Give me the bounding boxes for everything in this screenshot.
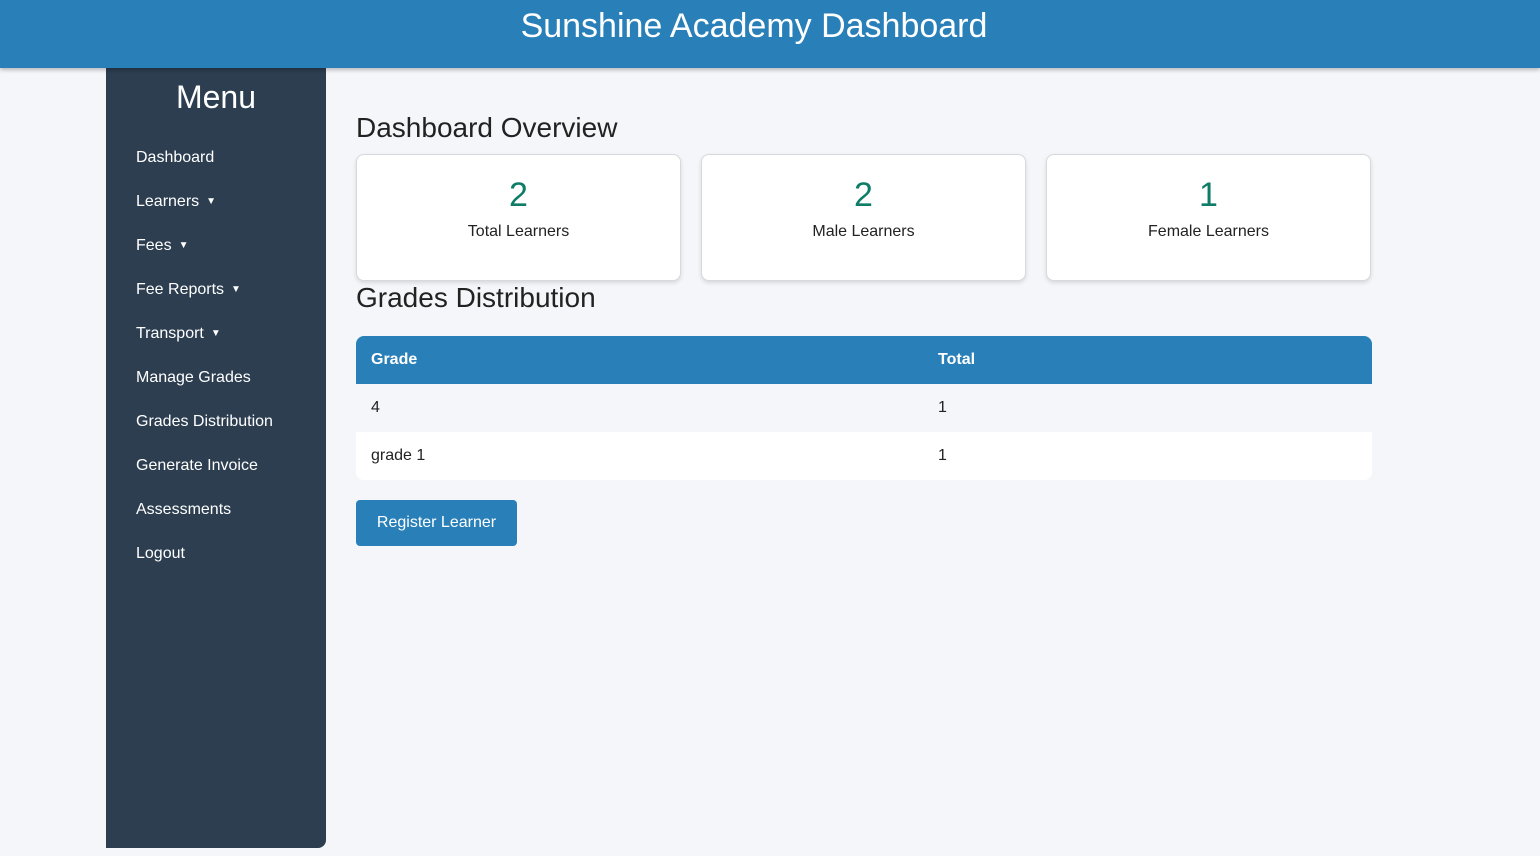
sidebar-item-label: Manage Grades <box>136 369 251 386</box>
sidebar-item-fees[interactable]: Fees ▼ <box>136 234 273 278</box>
sidebar-item-logout[interactable]: Logout <box>136 542 273 586</box>
stat-card-total-learners: 2 Total Learners <box>356 154 681 281</box>
stat-value: 2 <box>854 176 873 214</box>
stat-value: 1 <box>1199 176 1218 214</box>
sidebar-menu: Dashboard Learners ▼ Fees ▼ Fee Reports … <box>136 146 273 586</box>
stat-cards: 2 Total Learners 2 Male Learners 1 Femal… <box>356 154 1372 281</box>
grades-distribution-title: Grades Distribution <box>356 282 596 313</box>
total-cell: 1 <box>938 399 947 416</box>
stat-card-male-learners: 2 Male Learners <box>701 154 1026 281</box>
table-row: 4 1 <box>356 384 1372 432</box>
stat-label: Total Learners <box>467 223 570 240</box>
sidebar-item-label: Grades Distribution <box>136 413 273 430</box>
stat-label: Male Learners <box>812 223 915 240</box>
stat-label: Female Learners <box>1148 223 1269 240</box>
caret-down-icon: ▼ <box>231 284 241 295</box>
sidebar-item-grades-distribution[interactable]: Grades Distribution <box>136 410 273 454</box>
sidebar-item-label: Dashboard <box>136 149 215 166</box>
total-cell: 1 <box>938 447 947 464</box>
grade-cell: 4 <box>371 399 380 416</box>
column-header-grade: Grade <box>371 351 418 368</box>
sidebar-item-manage-grades[interactable]: Manage Grades <box>136 366 273 410</box>
column-header-total: Total <box>938 351 976 368</box>
sidebar: Menu Dashboard Learners ▼ Fees ▼ Fee Rep… <box>106 68 326 848</box>
sidebar-item-transport[interactable]: Transport ▼ <box>136 322 273 366</box>
grade-cell: grade 1 <box>371 447 426 464</box>
table-row: grade 1 1 <box>356 432 1372 480</box>
register-learner-button[interactable]: Register Learner <box>356 500 517 546</box>
overview-title: Dashboard Overview <box>356 112 618 143</box>
grades-table: Grade Total 4 1 grade 1 1 <box>356 336 1372 480</box>
caret-down-icon: ▼ <box>178 240 189 251</box>
stat-card-female-learners: 1 Female Learners <box>1046 154 1371 281</box>
sidebar-item-label: Transport <box>136 325 204 342</box>
caret-down-icon: ▼ <box>210 328 221 339</box>
sidebar-item-label: Fee Reports <box>136 281 225 298</box>
sidebar-item-assessments[interactable]: Assessments <box>136 498 273 542</box>
sidebar-item-dashboard[interactable]: Dashboard <box>136 146 273 190</box>
app-title: Sunshine Academy Dashboard <box>520 7 988 45</box>
top-header: Sunshine Academy Dashboard <box>0 0 1540 68</box>
sidebar-item-label: Assessments <box>136 501 232 518</box>
table-header: Grade Total <box>356 336 1372 384</box>
sidebar-item-label: Fees <box>136 237 172 254</box>
stat-value: 2 <box>509 176 528 214</box>
sidebar-item-learners[interactable]: Learners ▼ <box>136 190 273 234</box>
sidebar-item-label: Learners <box>136 193 200 210</box>
sidebar-item-label: Generate Invoice <box>136 457 258 474</box>
sidebar-item-fee-reports[interactable]: Fee Reports ▼ <box>136 278 273 322</box>
sidebar-item-generate-invoice[interactable]: Generate Invoice <box>136 454 273 498</box>
caret-down-icon: ▼ <box>206 196 217 207</box>
sidebar-title: Menu <box>175 79 257 115</box>
sidebar-item-label: Logout <box>136 545 185 562</box>
